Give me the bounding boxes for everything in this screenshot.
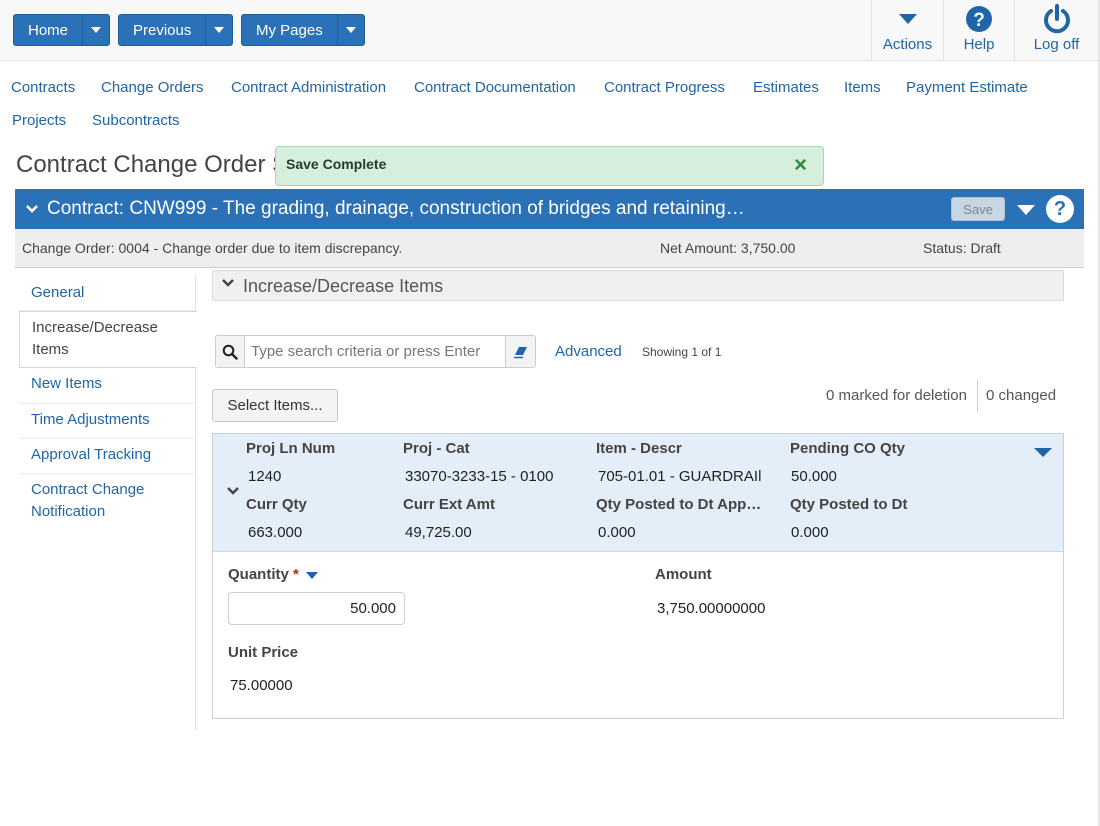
proj-cat-label: Proj - Cat xyxy=(403,440,470,457)
marked-for-deletion-count: 0 marked for deletion xyxy=(826,387,967,404)
previous-button-label[interactable]: Previous xyxy=(119,15,207,45)
logoff-button[interactable]: Log off xyxy=(1014,0,1098,61)
menu-projects[interactable]: Projects xyxy=(12,112,66,129)
menu-estimates[interactable]: Estimates xyxy=(753,79,819,96)
quantity-label: Quantity * xyxy=(228,566,319,583)
curr-ext-amt-label: Curr Ext Amt xyxy=(403,496,495,513)
my-pages-button[interactable]: My Pages xyxy=(241,14,365,46)
previous-button[interactable]: Previous xyxy=(118,14,234,46)
divider xyxy=(977,380,978,412)
search-box xyxy=(215,335,536,368)
required-marker: * xyxy=(293,566,299,583)
svg-text:?: ? xyxy=(973,10,985,31)
item-card-header[interactable]: Proj Ln Num Proj - Cat Item - Descr Pend… xyxy=(213,434,1063,552)
menu-contract-documentation[interactable]: Contract Documentation xyxy=(414,79,576,96)
select-items-button[interactable]: Select Items... xyxy=(212,389,338,422)
quantity-label-text: Quantity xyxy=(228,566,289,583)
proj-ln-num-value: 1240 xyxy=(248,468,282,485)
help-label: Help xyxy=(963,36,995,53)
curr-qty-label: Curr Qty xyxy=(246,496,307,513)
top-bar: Home Previous My Pages Actions ? Help Lo… xyxy=(0,0,1100,61)
home-button-label[interactable]: Home xyxy=(14,15,84,45)
save-complete-toast: Save Complete × xyxy=(275,146,824,186)
menu-items[interactable]: Items xyxy=(844,79,881,96)
menu-contracts[interactable]: Contracts xyxy=(11,79,75,96)
amount-value: 3,750.00000000 xyxy=(657,600,766,617)
help-icon: ? xyxy=(965,2,993,36)
showing-count: Showing 1 of 1 xyxy=(642,345,722,359)
unit-price-label: Unit Price xyxy=(228,644,299,661)
proj-ln-num-label: Proj Ln Num xyxy=(246,440,336,457)
chevron-down-icon[interactable] xyxy=(226,484,240,502)
contract-header[interactable]: Contract: CNW999 - The grading, drainage… xyxy=(15,189,1084,229)
changed-count: 0 changed xyxy=(986,387,1057,404)
curr-ext-amt-value: 49,725.00 xyxy=(405,524,472,541)
actions-label: Actions xyxy=(882,36,933,53)
advanced-search-link[interactable]: Advanced xyxy=(555,343,622,360)
menu-subcontracts[interactable]: Subcontracts xyxy=(92,112,180,129)
contract-menu-dropdown-icon[interactable] xyxy=(1017,205,1035,215)
menu-change-orders[interactable]: Change Orders xyxy=(101,79,204,96)
close-icon[interactable]: × xyxy=(794,154,807,176)
sidebar-item-new-items[interactable]: New Items xyxy=(19,368,196,404)
help-icon[interactable]: ? xyxy=(1046,195,1074,223)
menu-contract-administration[interactable]: Contract Administration xyxy=(231,79,386,96)
chevron-down-icon xyxy=(898,2,918,36)
net-amount: Net Amount: 3,750.00 xyxy=(660,240,796,256)
curr-qty-value: 663.000 xyxy=(248,524,303,541)
save-button[interactable]: Save xyxy=(951,197,1005,221)
eraser-icon[interactable] xyxy=(505,336,535,367)
my-pages-button-label[interactable]: My Pages xyxy=(242,15,338,45)
chevron-down-icon[interactable] xyxy=(25,199,39,220)
change-order-label: Change Order: 0004 - Change order due to… xyxy=(22,240,403,256)
proj-cat-value: 33070-3233-15 - 0100 xyxy=(405,468,554,485)
item-descr-value: 705-01.01 - GUARDRAIl xyxy=(598,468,762,485)
quantity-field[interactable] xyxy=(228,592,405,625)
toast-message: Save Complete xyxy=(286,156,387,172)
sidebar: General Increase/Decrease Items New Item… xyxy=(19,275,197,730)
sidebar-item-contract-change-notification[interactable]: Contract Change Notification xyxy=(19,474,196,526)
pending-co-qty-value: 50.000 xyxy=(791,468,837,485)
row-menu-dropdown-icon[interactable] xyxy=(1034,448,1052,457)
unit-price-value: 75.00000 xyxy=(230,677,293,694)
sidebar-item-approval-tracking[interactable]: Approval Tracking xyxy=(19,439,196,474)
qty-posted-app-value: 0.000 xyxy=(598,524,636,541)
amount-label: Amount xyxy=(655,566,712,583)
logoff-label: Log off xyxy=(1033,36,1080,53)
section-header[interactable]: Increase/Decrease Items xyxy=(212,270,1064,301)
menu-contract-progress[interactable]: Contract Progress xyxy=(604,79,725,96)
status-text: Status: Draft xyxy=(923,240,1001,256)
my-pages-dropdown-icon[interactable] xyxy=(338,15,364,45)
qty-posted-app-label: Qty Posted to Dt App… xyxy=(596,496,762,513)
search-input[interactable] xyxy=(246,336,506,367)
sidebar-item-increase-decrease-items[interactable]: Increase/Decrease Items xyxy=(19,311,197,368)
qty-posted-value: 0.000 xyxy=(791,524,829,541)
contract-title: Contract: CNW999 - The grading, drainage… xyxy=(47,198,745,219)
actions-button[interactable]: Actions xyxy=(871,0,943,61)
menu-payment-estimate[interactable]: Payment Estimate xyxy=(906,79,1028,96)
section-title: Increase/Decrease Items xyxy=(243,276,444,296)
qty-posted-label: Qty Posted to Dt xyxy=(790,496,908,513)
chevron-down-icon[interactable] xyxy=(221,276,235,294)
change-order-summary: Change Order: 0004 - Change order due to… xyxy=(15,229,1084,268)
sidebar-item-general[interactable]: General xyxy=(19,275,196,311)
home-dropdown-icon[interactable] xyxy=(83,15,109,45)
previous-dropdown-icon[interactable] xyxy=(206,15,232,45)
power-icon xyxy=(1043,2,1071,36)
pending-co-qty-label: Pending CO Qty xyxy=(790,440,906,457)
item-descr-label: Item - Descr xyxy=(596,440,682,457)
home-button[interactable]: Home xyxy=(13,14,111,46)
page-title: Contract Change Order S xyxy=(16,151,289,178)
sidebar-item-time-adjustments[interactable]: Time Adjustments xyxy=(19,404,196,439)
help-button[interactable]: ? Help xyxy=(943,0,1014,61)
quantity-options-icon[interactable] xyxy=(306,571,319,579)
search-icon[interactable] xyxy=(216,336,245,367)
item-card: Proj Ln Num Proj - Cat Item - Descr Pend… xyxy=(212,433,1064,719)
